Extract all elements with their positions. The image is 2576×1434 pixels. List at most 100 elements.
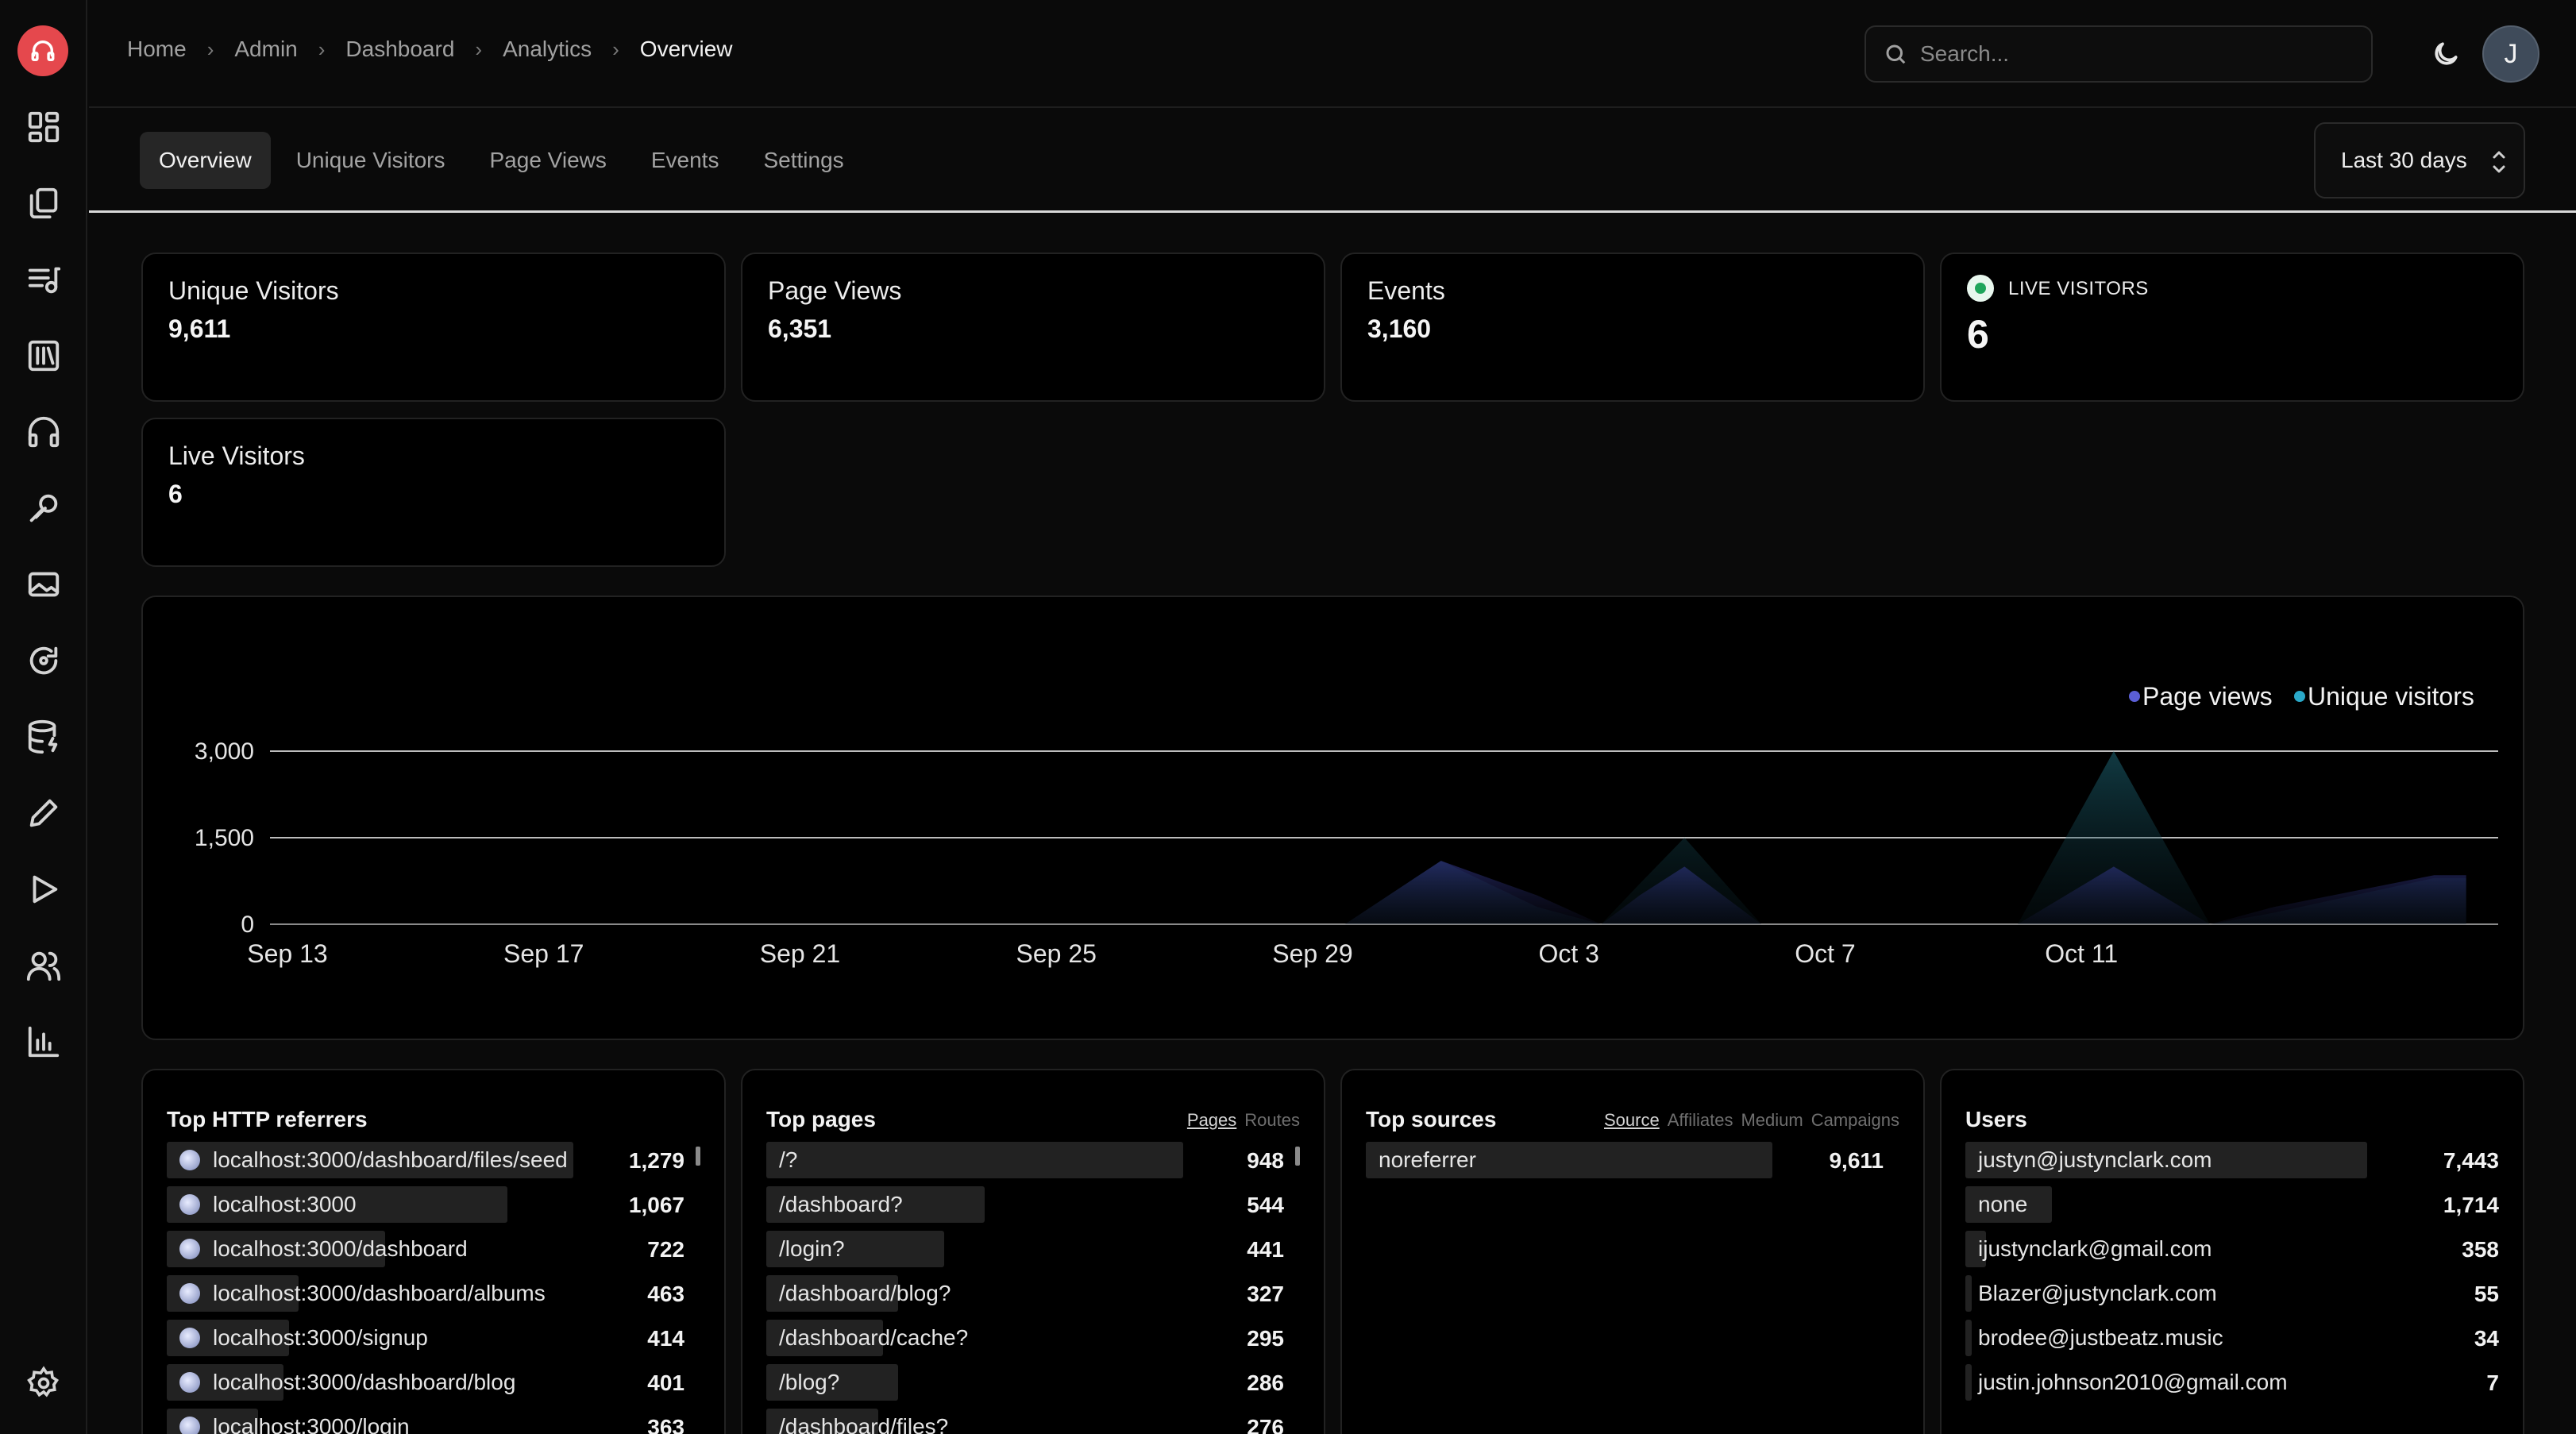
list-item[interactable]: /dashboard/blog? 327 [766,1275,1284,1312]
list-item[interactable]: /dashboard/cache? 295 [766,1320,1284,1356]
item-count: 544 [1247,1193,1284,1217]
item-label: justyn@justynclark.com [1978,1147,2212,1172]
list-item[interactable]: brodee@justbeatz.music 34 [1965,1320,2499,1356]
tabs-row: Overview Unique Visitors Page Views Even… [89,110,2576,213]
globe-icon [179,1328,200,1348]
headphones-icon[interactable] [23,411,64,453]
item-label: localhost:3000/dashboard/albums [213,1281,546,1305]
database-icon[interactable] [23,716,64,757]
list-item[interactable]: localhost:3000 1,067 [167,1186,684,1223]
list-item[interactable]: justyn@justynclark.com 7,443 [1965,1142,2499,1178]
dashboard-grid-icon[interactable] [23,106,64,148]
list-item[interactable]: localhost:3000/dashboard 722 [167,1231,684,1267]
tab-overview[interactable]: Overview [140,132,271,189]
top-referrers-panel: Top HTTP referrers localhost:3000/dashbo… [141,1069,726,1434]
theme-toggle-button[interactable] [2425,33,2466,75]
x-tick-label: Oct 11 [2045,939,2118,968]
link-source[interactable]: Source [1604,1110,1660,1131]
item-label: localhost:3000/dashboard/blog [213,1370,516,1394]
item-count: 7,443 [2443,1148,2499,1173]
item-label: localhost:3000 [213,1192,357,1216]
item-count: 948 [1247,1148,1284,1173]
x-tick-label: Oct 3 [1538,939,1598,968]
stat-value: 9,611 [168,314,231,343]
legend-label[interactable]: Page views [2142,682,2273,711]
breadcrumb-admin[interactable]: Admin [234,37,297,62]
sidebar [0,0,87,1434]
breadcrumb: Home › Admin › Dashboard › Analytics › O… [127,37,733,62]
gallery-icon[interactable] [23,564,64,605]
globe-icon [179,1150,200,1170]
list-item[interactable]: /blog? 286 [766,1364,1284,1401]
item-label: none [1978,1192,2028,1216]
list-item[interactable]: justin.johnson2010@gmail.com 7 [1965,1364,2499,1401]
item-label: /login? [779,1236,845,1261]
tab-events[interactable]: Events [632,132,738,189]
tab-settings[interactable]: Settings [744,132,862,189]
item-label: /dashboard? [779,1192,903,1216]
list-item[interactable]: localhost:3000/login 363 [167,1409,684,1434]
item-count: 358 [2462,1237,2499,1262]
item-count: 7 [2486,1370,2499,1395]
scrollbar-thumb[interactable] [696,1147,700,1166]
x-tick-label: Sep 25 [1016,939,1097,968]
chevron-right-icon: › [475,37,483,61]
stat-value: 3,160 [1367,314,1432,343]
files-icon[interactable] [23,183,64,224]
microphone-icon[interactable] [23,488,64,529]
app-logo[interactable] [17,25,68,76]
link-pages[interactable]: Pages [1187,1110,1236,1131]
list-item[interactable]: /dashboard? 544 [766,1186,1284,1223]
traffic-chart: 3,000 1,500 0 Page views Unique visitors Se… [195,682,2498,968]
sync-icon[interactable] [23,640,64,681]
item-label: /dashboard/files? [779,1414,949,1434]
date-range-select[interactable]: Last 30 days [2314,122,2525,199]
search-input[interactable] [1920,41,2365,67]
gear-icon[interactable] [23,1363,64,1404]
item-count: 463 [647,1282,684,1306]
list-item[interactable]: localhost:3000/dashboard/files/seed 1,279 [167,1142,684,1178]
breadcrumb-dashboard[interactable]: Dashboard [345,37,454,62]
play-icon[interactable] [23,869,64,910]
list-item[interactable]: /dashboard/files? 276 [766,1409,1284,1434]
link-medium[interactable]: Medium [1741,1110,1803,1131]
tab-page-views[interactable]: Page Views [471,132,626,189]
list-item[interactable]: localhost:3000/dashboard/albums 463 [167,1275,684,1312]
link-routes[interactable]: Routes [1244,1110,1300,1131]
traffic-chart-card: 3,000 1,500 0 Page views Unique visitors Se… [141,596,2524,1040]
list-item[interactable]: none 1,714 [1965,1186,2499,1223]
analytics-chart-icon[interactable] [23,1021,64,1062]
avatar[interactable]: J [2482,25,2539,83]
search-box[interactable] [1865,25,2373,83]
breadcrumb-overview: Overview [639,37,733,61]
list-item[interactable]: Blazer@justynclark.com 55 [1965,1275,2499,1312]
item-label: localhost:3000/dashboard/files/seed [213,1147,568,1172]
pencil-icon[interactable] [23,792,64,834]
legend-label[interactable]: Unique visitors [2308,682,2474,711]
list-item[interactable]: noreferrer 9,611 [1366,1142,1884,1178]
tab-list: Overview Unique Visitors Page Views Even… [140,132,863,189]
app-root: Home › Admin › Dashboard › Analytics › O… [0,0,2576,1434]
list-item[interactable]: localhost:3000/signup 414 [167,1320,684,1356]
item-count: 1,067 [628,1193,684,1217]
list-item[interactable]: /login? 441 [766,1231,1284,1267]
item-label: brodee@justbeatz.music [1978,1325,2223,1350]
list-item[interactable]: localhost:3000/dashboard/blog 401 [167,1364,684,1401]
stat-label: Page Views [768,276,902,305]
link-campaigns[interactable]: Campaigns [1811,1110,1899,1131]
link-affiliates[interactable]: Affiliates [1668,1110,1733,1131]
y-tick-label: 3,000 [195,738,254,765]
tab-unique-visitors[interactable]: Unique Visitors [277,132,465,189]
breadcrumb-analytics[interactable]: Analytics [503,37,592,62]
users-icon[interactable] [23,945,64,986]
item-count: 34 [2474,1326,2499,1351]
list-item[interactable]: ijustynclark@gmail.com 358 [1965,1231,2499,1267]
breadcrumb-home[interactable]: Home [127,37,187,62]
playlist-icon[interactable] [23,259,64,300]
list-item[interactable]: /? 948 [766,1142,1284,1178]
scrollbar-thumb[interactable] [1295,1147,1300,1166]
library-icon[interactable] [23,335,64,376]
panel-title: Top sources [1366,1107,1497,1131]
item-label: localhost:3000/login [213,1414,410,1434]
item-label: localhost:3000/signup [213,1325,428,1350]
